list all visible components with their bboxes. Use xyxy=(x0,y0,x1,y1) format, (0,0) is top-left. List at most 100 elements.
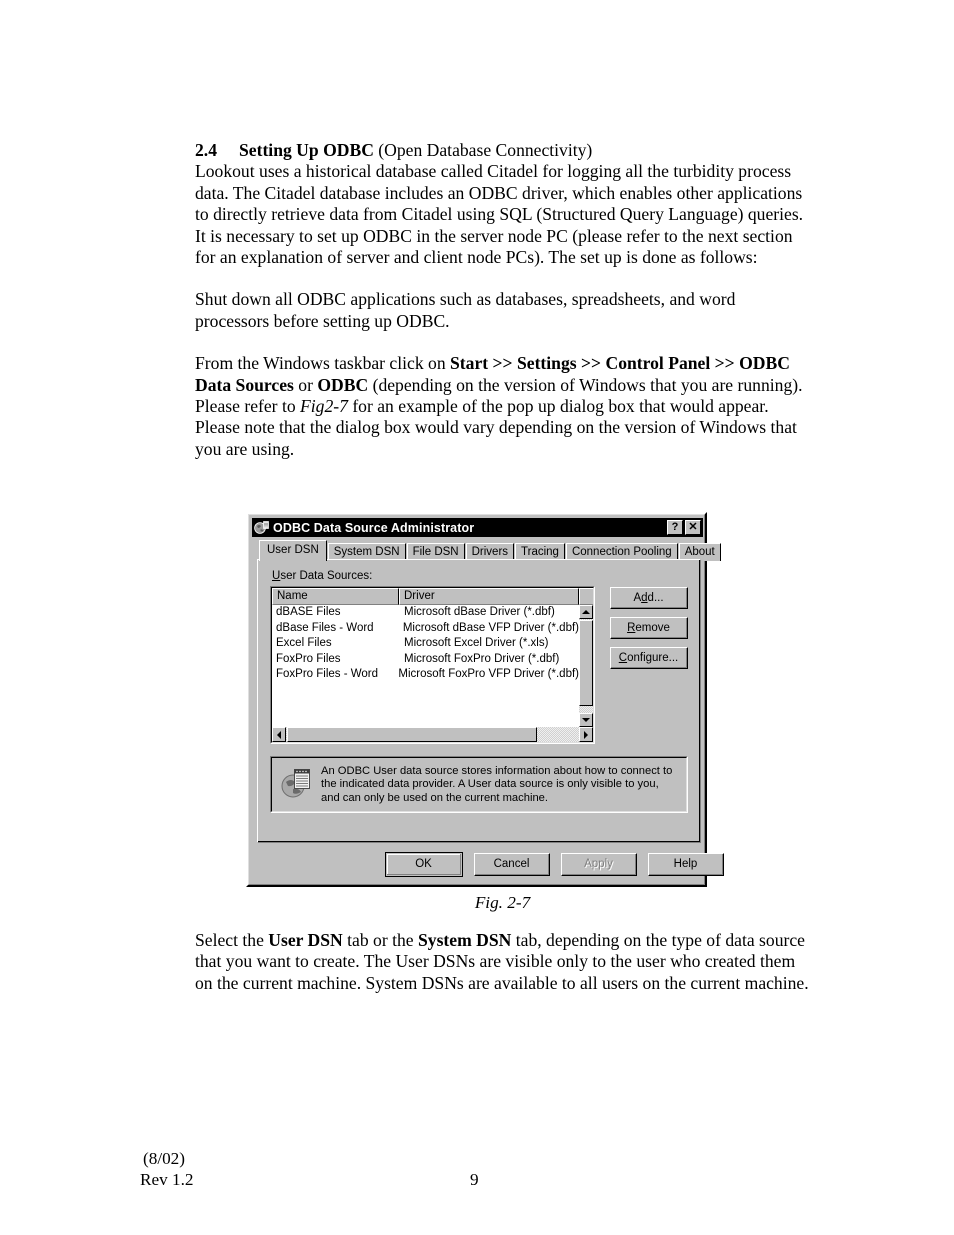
ok-button[interactable]: OK xyxy=(385,852,463,877)
ok-button-label: OK xyxy=(387,854,461,875)
scroll-left-button[interactable] xyxy=(272,727,286,742)
configure-post: onfigure... xyxy=(627,651,679,664)
row-driver: Microsoft FoxPro Driver (*.dbf) xyxy=(404,652,560,665)
p3-control-panel: Control Panel xyxy=(605,353,711,374)
p3-settings: Settings xyxy=(516,353,577,374)
chevron-right-icon xyxy=(584,730,588,739)
section-title: Setting Up ODBC xyxy=(239,140,374,160)
p3-fig-ref: Fig2-7 xyxy=(300,396,348,417)
titlebar-buttons: ? ✕ xyxy=(667,520,701,535)
row-driver: Microsoft Excel Driver (*.xls) xyxy=(404,637,549,649)
tabpage-user-dsn: User Data Sources: Name Driver dBASE Fil… xyxy=(257,559,701,843)
p4-t2: tab or the xyxy=(342,930,418,950)
vscroll-thumb[interactable] xyxy=(579,620,593,706)
listview-vertical-scrollbar[interactable] xyxy=(579,605,593,727)
help-button-label: Help xyxy=(649,854,723,875)
row-driver: Microsoft dBase Driver (*.dbf) xyxy=(404,606,555,618)
data-sources-listview[interactable]: Name Driver dBASE Files Microsoft dBase … xyxy=(270,586,595,744)
close-icon[interactable]: ✕ xyxy=(685,520,701,535)
chevron-left-icon xyxy=(277,730,281,739)
add-post: d... xyxy=(647,591,664,604)
odbc-globe-icon xyxy=(254,520,270,535)
document-body: 2.4 Setting Up ODBC (Open Database Connec… xyxy=(195,140,810,460)
section-title-suffix: (Open Database Connectivity) xyxy=(373,140,593,160)
table-row[interactable]: FoxPro Files Microsoft FoxPro Driver (*.… xyxy=(272,652,579,668)
listview-header: Name Driver xyxy=(272,588,593,605)
column-header-driver[interactable]: Driver xyxy=(399,588,579,605)
info-groupbox-inner: An ODBC User data source stores informat… xyxy=(271,757,687,812)
section-heading: 2.4 Setting Up ODBC (Open Database Connec… xyxy=(195,140,810,161)
listview-inner: Name Driver dBASE Files Microsoft dBase … xyxy=(271,587,594,743)
column-header-spacer xyxy=(579,588,593,605)
help-button[interactable]: Help xyxy=(648,853,724,876)
document-body-lower: Select the User DSN tab or the System DS… xyxy=(195,930,813,994)
paragraph-select-tab: Select the User DSN tab or the System DS… xyxy=(195,930,813,994)
p4-user-dsn: User DSN xyxy=(268,930,343,950)
remove-accel: R xyxy=(627,621,636,634)
scroll-right-button[interactable] xyxy=(579,727,593,742)
odbc-data-source-administrator-dialog[interactable]: ODBC Data Source Administrator ? ✕ User … xyxy=(246,512,724,887)
info-groupbox: An ODBC User data source stores informat… xyxy=(270,756,688,813)
row-name: FoxPro Files - Word xyxy=(276,668,379,680)
remove-post: emove xyxy=(635,621,670,634)
user-data-sources-label: User Data Sources: xyxy=(272,570,372,582)
remove-button-label: Remove xyxy=(611,618,687,638)
row-name: dBASE Files xyxy=(276,606,341,618)
row-name: FoxPro Files xyxy=(276,652,341,665)
chevron-up-icon xyxy=(582,610,590,614)
hscroll-thumb[interactable] xyxy=(287,727,537,742)
tabpage-inner: User Data Sources: Name Driver dBASE Fil… xyxy=(258,560,700,842)
footer-revision: Rev 1.2 xyxy=(140,1170,194,1189)
scroll-up-button[interactable] xyxy=(579,605,593,619)
figure-caption: Fig. 2-7 xyxy=(474,893,531,912)
page-footer: (8/02) Rev 1.2 9 xyxy=(140,1148,820,1190)
remove-button[interactable]: Remove xyxy=(610,617,688,639)
row-name: Excel Files xyxy=(276,637,332,649)
footer-row-rev: Rev 1.2 9 xyxy=(140,1169,820,1190)
p3-t3: >> xyxy=(576,353,606,374)
info-description-text: An ODBC User data source stores informat… xyxy=(321,765,673,804)
cancel-button-label: Cancel xyxy=(475,854,549,875)
row-driver: Microsoft FoxPro VFP Driver (*.dbf) xyxy=(398,668,579,680)
p3-odbc: ODBC xyxy=(317,374,369,395)
odbc-datasource-icon xyxy=(280,767,312,799)
chevron-down-icon xyxy=(582,718,590,722)
row-driver: Microsoft dBase VFP Driver (*.dbf) xyxy=(402,621,579,634)
configure-button[interactable]: Configure... xyxy=(610,647,688,669)
table-row[interactable]: Excel Files Microsoft Excel Driver (*.xl… xyxy=(272,636,579,652)
table-row[interactable]: dBASE Files Microsoft dBase Driver (*.db… xyxy=(272,605,579,621)
dialog-button-row: OK Cancel Apply Help xyxy=(385,852,724,877)
tab-user-dsn[interactable]: User DSN xyxy=(259,540,327,561)
table-row[interactable]: FoxPro Files - Word Microsoft FoxPro VFP… xyxy=(272,667,579,683)
footer-page-number: 9 xyxy=(470,1170,479,1189)
add-button[interactable]: Ad d... xyxy=(610,587,688,609)
add-pre: A xyxy=(633,591,642,604)
dialog-tabstrip: User DSN System DSN File DSN Drivers Tra… xyxy=(259,540,721,561)
column-header-name[interactable]: Name xyxy=(272,588,399,605)
document-page: 2.4 Setting Up ODBC (Open Database Connec… xyxy=(0,0,954,1235)
label-rest: ser Data Sources: xyxy=(280,570,373,582)
table-row[interactable]: dBase Files - Word Microsoft dBase VFP D… xyxy=(272,621,579,637)
p4-system-dsn: System DSN xyxy=(417,930,512,950)
section-number: 2.4 xyxy=(195,140,217,160)
apply-button: Apply xyxy=(561,853,637,876)
p3-start: Start xyxy=(450,353,489,374)
paragraph-intro: Lookout uses a historical database calle… xyxy=(195,161,804,268)
p3-t4: >> xyxy=(710,353,740,374)
row-name: dBase Files - Word xyxy=(276,621,374,634)
help-titlebar-button[interactable]: ? xyxy=(667,520,683,535)
listview-rows: dBASE Files Microsoft dBase Driver (*.db… xyxy=(272,605,579,727)
dialog-title: ODBC Data Source Administrator xyxy=(273,520,475,535)
p4-t1: Select the xyxy=(195,930,269,950)
p3-t2: >> xyxy=(488,353,517,374)
dialog-titlebar: ODBC Data Source Administrator ? ✕ xyxy=(252,518,703,537)
footer-row-date: (8/02) xyxy=(140,1148,820,1169)
configure-button-label: Configure... xyxy=(611,648,687,668)
dialog-inner-frame: ODBC Data Source Administrator ? ✕ User … xyxy=(248,514,724,885)
cancel-button[interactable]: Cancel xyxy=(474,853,550,876)
scroll-down-button[interactable] xyxy=(579,713,593,727)
listview-horizontal-scrollbar[interactable] xyxy=(272,727,593,742)
add-button-label: Ad d... xyxy=(611,588,687,608)
paragraph-shutdown: Shut down all ODBC applications such as … xyxy=(195,289,736,331)
configure-accel: C xyxy=(618,651,628,664)
